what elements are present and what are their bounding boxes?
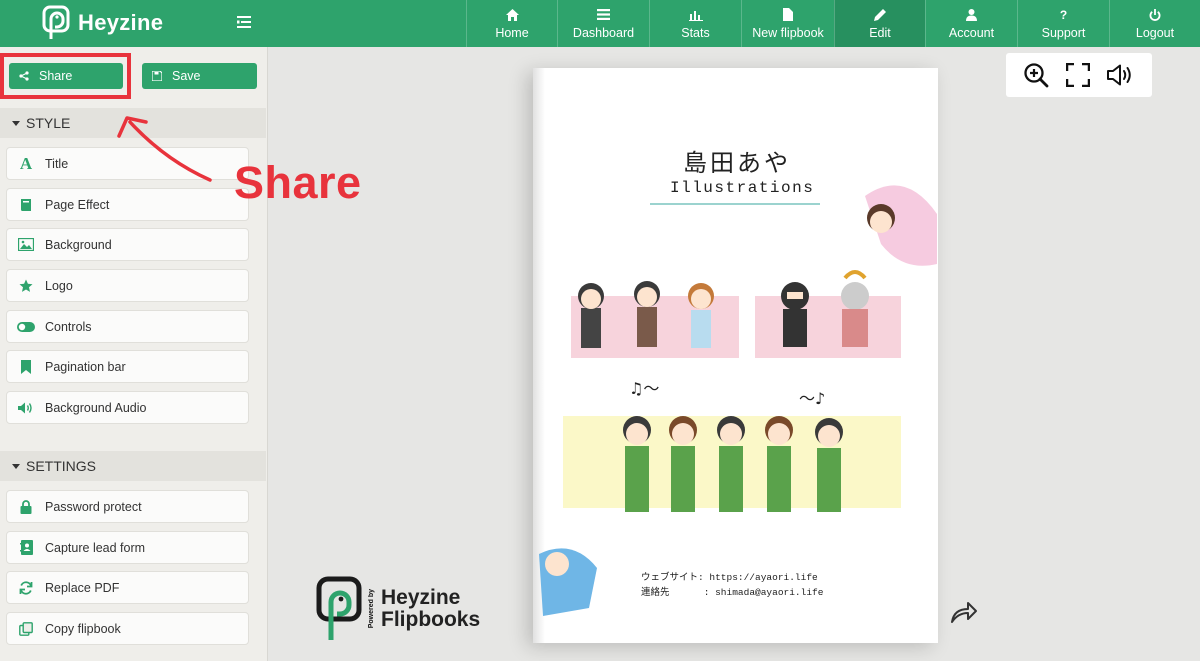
- menu-item-capture-lead-form[interactable]: Capture lead form: [6, 531, 249, 564]
- section-title: STYLE: [26, 115, 71, 131]
- nav-label: Account: [948, 25, 995, 40]
- fullscreen-icon[interactable]: [1065, 63, 1090, 87]
- floppy-disk-icon: [142, 71, 172, 81]
- parrot-logo-icon: [42, 5, 70, 39]
- nav-label: Edit: [869, 25, 891, 40]
- nav-label: Home: [495, 25, 529, 40]
- nav-account[interactable]: Account: [925, 0, 1017, 47]
- section-title: SETTINGS: [26, 458, 97, 474]
- menu-item-password-protect[interactable]: Password protect: [6, 490, 249, 523]
- bar-chart-icon: [688, 8, 703, 22]
- question-icon: ?: [1059, 7, 1068, 22]
- image-icon: [7, 238, 45, 251]
- nav-label: Dashboard: [572, 25, 635, 40]
- brand-wordmark: Heyzine Flipbooks: [381, 587, 480, 631]
- nav-home[interactable]: Home: [466, 0, 557, 47]
- menu-item-label: Background Audio: [45, 400, 147, 415]
- nav-label: Support: [1041, 25, 1086, 40]
- brand-line-1: Heyzine: [381, 586, 461, 609]
- menu-toggle-icon[interactable]: [237, 16, 251, 28]
- main-nav: Home Dashboard Stats New flipbook Edit A…: [466, 0, 1200, 47]
- menu-item-label: Page Effect: [45, 197, 110, 212]
- share-label: Share: [39, 69, 73, 83]
- copy-icon: [7, 621, 45, 636]
- app-name: Heyzine: [78, 10, 164, 35]
- share-icon: [9, 71, 39, 81]
- star-icon: [7, 279, 45, 293]
- nav-support[interactable]: ? Support: [1017, 0, 1109, 47]
- menu-item-label: Background: [45, 237, 112, 252]
- parrot-logo-icon: [316, 576, 362, 640]
- speaker-icon: [7, 402, 45, 414]
- website-line: ウェブサイト: https://ayaori.life: [641, 572, 818, 583]
- nav-stats[interactable]: Stats: [649, 0, 741, 47]
- contact-line: 連絡先 : shimada@ayaori.life: [641, 587, 824, 598]
- home-icon: [505, 8, 519, 22]
- next-page-arrow-icon[interactable]: [950, 600, 978, 624]
- bookmark-icon: [7, 359, 45, 374]
- menu-item-label: Copy flipbook: [45, 621, 121, 636]
- toggle-icon: [7, 321, 45, 332]
- menu-item-label: Logo: [45, 278, 73, 293]
- heyzine-flipbooks-brand[interactable]: Powered by Heyzine Flipbooks: [316, 576, 480, 642]
- save-button[interactable]: Save: [142, 63, 257, 89]
- viewer-toolbar: [1006, 53, 1152, 97]
- flipbook-page[interactable]: 島田あや Illustrations ♫〜 〜♪ ウェブサイト: https:/…: [533, 68, 938, 643]
- menu-item-background-audio[interactable]: Background Audio: [6, 391, 249, 424]
- menu-item-controls[interactable]: Controls: [6, 310, 249, 343]
- menu-item-label: Replace PDF: [45, 580, 120, 595]
- powered-by-label: Powered by: [368, 589, 375, 629]
- contact-book-icon: [7, 540, 45, 555]
- title-font-icon: A: [19, 153, 33, 173]
- nav-edit[interactable]: Edit: [834, 0, 925, 47]
- nav-logout[interactable]: Logout: [1109, 0, 1200, 47]
- menu-item-label: Password protect: [45, 499, 142, 514]
- annotation-label: Share: [234, 157, 362, 208]
- nav-new-flipbook[interactable]: New flipbook: [741, 0, 834, 47]
- settings-section-header[interactable]: SETTINGS: [0, 451, 266, 481]
- menu-item-label: Title: [45, 156, 69, 171]
- user-icon: [966, 8, 977, 22]
- svg-text:〜♪: 〜♪: [799, 389, 825, 408]
- volume-icon[interactable]: [1107, 64, 1135, 86]
- brand-line-2: Flipbooks: [381, 608, 481, 631]
- share-button[interactable]: Share: [9, 63, 123, 89]
- menu-item-logo[interactable]: Logo: [6, 269, 249, 302]
- power-icon: [1149, 8, 1161, 22]
- menu-item-background[interactable]: Background: [6, 228, 249, 261]
- menu-item-label: Pagination bar: [45, 359, 126, 374]
- file-icon: [783, 8, 793, 22]
- lock-icon: [7, 499, 45, 514]
- menu-item-label: Controls: [45, 319, 92, 334]
- nav-label: New flipbook: [752, 25, 824, 40]
- svg-text:♫〜: ♫〜: [629, 379, 659, 398]
- menu-item-label: Capture lead form: [45, 540, 146, 555]
- caret-down-icon: [12, 120, 20, 126]
- annotation-arrow-icon: [117, 116, 212, 182]
- pencil-icon: [874, 8, 886, 22]
- book-icon: [7, 198, 45, 212]
- nav-label: Stats: [681, 25, 710, 40]
- menu-item-pagination-bar[interactable]: Pagination bar: [6, 350, 249, 383]
- illustration-characters: ♫〜 〜♪: [539, 185, 937, 616]
- save-label: Save: [172, 69, 201, 83]
- heyzine-logo[interactable]: Heyzine: [42, 4, 163, 42]
- sync-icon: [7, 580, 45, 595]
- menu-item-replace-pdf[interactable]: Replace PDF: [6, 571, 249, 604]
- zoom-in-icon[interactable]: [1023, 62, 1049, 88]
- menu-item-page-effect[interactable]: Page Effect: [6, 188, 249, 221]
- menu-item-copy-flipbook[interactable]: Copy flipbook: [6, 612, 249, 645]
- caret-down-icon: [12, 463, 20, 469]
- top-bar: Heyzine Home Dashboard Stats New flipboo…: [0, 0, 1200, 47]
- nav-label: Logout: [1135, 25, 1175, 40]
- nav-dashboard[interactable]: Dashboard: [557, 0, 649, 47]
- list-icon: [597, 8, 610, 22]
